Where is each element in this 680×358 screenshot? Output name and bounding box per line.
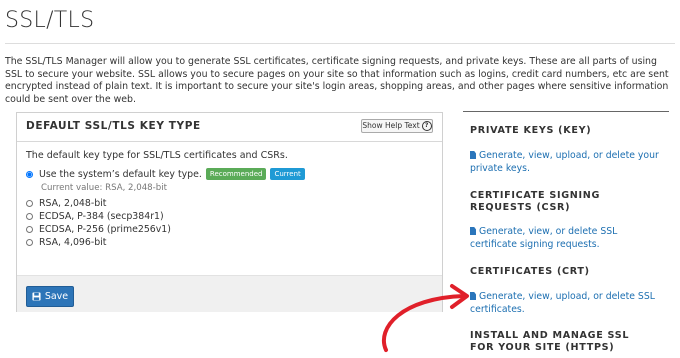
certificates-heading: CERTIFICATES (CRT) [470, 266, 590, 277]
option-ecdsa-p256-label: ECDSA, P-256 (prime256v1) [39, 224, 171, 235]
radio-rsa-4096[interactable] [26, 239, 33, 246]
radio-rsa-2048[interactable] [26, 200, 33, 207]
csr-link[interactable]: Generate, view, or delete SSL certificat… [470, 225, 660, 251]
radio-ecdsa-p384[interactable] [26, 213, 33, 220]
option-rsa-4096[interactable]: RSA, 4,096-bit [26, 237, 106, 248]
option-rsa-2048[interactable]: RSA, 2,048-bit [26, 198, 106, 209]
title-divider [5, 43, 675, 44]
current-value-text: Current value: RSA, 2,048-bit [41, 183, 167, 193]
sidebar-divider [463, 111, 669, 112]
radio-system-default[interactable] [26, 170, 33, 178]
current-badge: Current [270, 168, 305, 180]
save-button[interactable]: Save [26, 286, 74, 307]
intro-text: The SSL/TLS Manager will allow you to ge… [5, 56, 669, 105]
panel-header: DEFAULT SSL/TLS KEY TYPE Show Help Text … [17, 113, 442, 142]
option-rsa-4096-label: RSA, 4,096-bit [39, 237, 107, 248]
private-keys-heading: PRIVATE KEYS (KEY) [470, 125, 592, 136]
save-label: Save [44, 291, 69, 302]
option-ecdsa-p384[interactable]: ECDSA, P-384 (secp384r1) [26, 211, 164, 222]
file-icon [470, 151, 476, 159]
option-rsa-2048-label: RSA, 2,048-bit [39, 198, 107, 209]
help-label: Show Help Text [362, 121, 420, 130]
install-manage-ssl-heading: INSTALL AND MANAGE SSL FOR YOUR SITE (HT… [470, 330, 630, 353]
option-system-default[interactable]: Use the system’s default key type. Recom… [26, 168, 305, 180]
save-disk-icon [32, 292, 41, 301]
option-system-default-label: Use the system’s default key type. [39, 168, 202, 180]
annotation-arrow-icon [382, 284, 469, 352]
key-type-description: The default key type for SSL/TLS certifi… [26, 150, 288, 161]
panel-title: DEFAULT SSL/TLS KEY TYPE [26, 120, 201, 132]
help-circle-icon: ? [421, 121, 432, 131]
certificates-link-text: Generate, view, upload, or delete SSL ce… [470, 291, 655, 315]
radio-ecdsa-p256[interactable] [26, 226, 33, 233]
show-help-text-button[interactable]: Show Help Text ? [361, 119, 433, 133]
certificates-link[interactable]: Generate, view, upload, or delete SSL ce… [470, 290, 660, 316]
private-keys-link[interactable]: Generate, view, upload, or delete your p… [470, 149, 660, 175]
option-ecdsa-p384-label: ECDSA, P-384 (secp384r1) [39, 211, 164, 222]
private-keys-link-text: Generate, view, upload, or delete your p… [470, 150, 659, 174]
ssl-tls-page: SSL/TLS The SSL/TLS Manager will allow y… [0, 0, 680, 358]
file-icon [470, 227, 476, 235]
csr-link-text: Generate, view, or delete SSL certificat… [470, 226, 618, 250]
option-ecdsa-p256[interactable]: ECDSA, P-256 (prime256v1) [26, 224, 171, 235]
recommended-badge: Recommended [205, 168, 267, 180]
page-title: SSL/TLS [5, 8, 95, 33]
csr-heading: CERTIFICATE SIGNING REQUESTS (CSR) [470, 190, 601, 213]
